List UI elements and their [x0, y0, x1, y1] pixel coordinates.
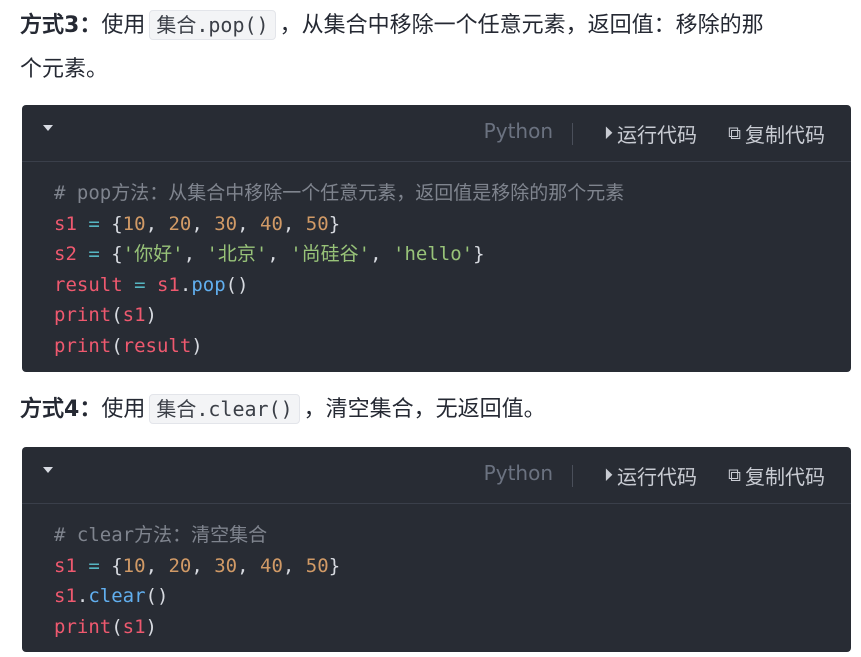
language-label: Python — [483, 461, 553, 485]
section4-title: 方式4 — [20, 397, 80, 422]
code-block-header: Python ⏵ 运行代码 ⧉ 复制代码 — [22, 447, 851, 504]
code-comment: # clear方法：清空集合 — [54, 524, 268, 546]
section3-title: 方式3 — [20, 13, 80, 38]
code-comment: # pop方法：从集合中移除一个任意元素，返回值是移除的那个元素 — [54, 182, 625, 204]
caret-down-icon[interactable] — [43, 467, 53, 473]
inline-code-pop: 集合.pop() — [149, 10, 276, 40]
divider — [572, 123, 573, 145]
copy-icon: ⧉ — [728, 465, 741, 486]
language-label: Python — [483, 119, 553, 143]
copy-code-button[interactable]: ⧉ 复制代码 — [728, 119, 825, 148]
run-code-button[interactable]: ⏵ 运行代码 — [604, 461, 697, 490]
copy-icon: ⧉ — [728, 123, 741, 144]
divider — [572, 465, 573, 487]
inline-code-clear: 集合.clear() — [149, 394, 300, 424]
play-circle-icon: ⏵ — [604, 465, 613, 486]
run-code-button[interactable]: ⏵ 运行代码 — [604, 119, 697, 148]
code-body: # pop方法：从集合中移除一个任意元素，返回值是移除的那个元素 s1 = {1… — [54, 182, 625, 357]
code-body: # clear方法：清空集合 s1 = {10, 20, 30, 40, 50}… — [54, 524, 341, 638]
code-block-pop: Python ⏵ 运行代码 ⧉ 复制代码 # pop方法：从集合中移除一个任意元… — [22, 105, 851, 372]
code-block-header: Python ⏵ 运行代码 ⧉ 复制代码 — [22, 105, 851, 162]
play-circle-icon: ⏵ — [604, 123, 613, 144]
section4-paragraph: 方式4：使用 集合.clear() ，清空集合，无返回值。 — [20, 388, 849, 432]
caret-down-icon[interactable] — [43, 125, 53, 131]
code-block-clear: Python ⏵ 运行代码 ⧉ 复制代码 # clear方法：清空集合 s1 =… — [22, 447, 851, 652]
section3-paragraph: 方式3：使用 集合.pop() ，从集合中移除一个任意元素，返回值：移除的那 个元素。 — [20, 4, 849, 92]
copy-code-button[interactable]: ⧉ 复制代码 — [728, 461, 825, 490]
